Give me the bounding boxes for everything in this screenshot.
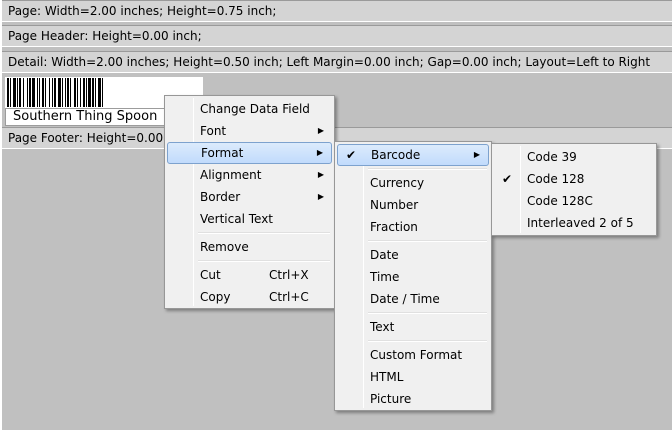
submenu-arrow-icon: ▶ xyxy=(317,126,324,135)
menu-item-code-128c[interactable]: Code 128C xyxy=(494,190,654,212)
menu-item-label: Change Data Field xyxy=(200,102,310,116)
menu-item-time[interactable]: Time xyxy=(337,266,489,288)
menu-item-code-128[interactable]: ✔ Code 128 xyxy=(494,168,654,190)
page-footer-band-label: Page Footer: Height=0.00 inc xyxy=(8,131,185,145)
submenu-arrow-icon: ▶ xyxy=(317,192,324,201)
format-submenu: ✔ Barcode ▶ Currency Number Fraction Date … xyxy=(334,141,492,411)
menu-item-copy[interactable]: Copy Ctrl+C xyxy=(167,286,332,308)
menu-item-picture[interactable]: Picture xyxy=(337,388,489,410)
menu-item-label: Alignment xyxy=(200,168,262,182)
menu-item-interleaved-2-of-5[interactable]: Interleaved 2 of 5 xyxy=(494,212,654,234)
page-band[interactable]: Page: Width=2.00 inches; Height=0.75 inc… xyxy=(2,0,672,22)
page-band-label: Page: Width=2.00 inches; Height=0.75 inc… xyxy=(8,4,277,18)
menu-item-shortcut: Ctrl+C xyxy=(269,290,309,304)
submenu-arrow-icon: ▶ xyxy=(473,150,480,159)
menu-item-code-39[interactable]: Code 39 xyxy=(494,146,654,168)
menu-item-fraction[interactable]: Fraction xyxy=(337,216,489,238)
menu-item-cut[interactable]: Cut Ctrl+X xyxy=(167,264,332,286)
menu-item-label: Number xyxy=(370,198,419,212)
detail-band[interactable]: Detail: Width=2.00 inches; Height=0.50 i… xyxy=(2,51,672,73)
menu-item-label: Picture xyxy=(370,392,412,406)
menu-item-barcode[interactable]: ✔ Barcode ▶ xyxy=(337,144,489,166)
menu-item-label: Remove xyxy=(200,240,249,254)
menu-item-label: Font xyxy=(200,124,227,138)
menu-item-label: Date xyxy=(370,248,399,262)
menu-item-label: Code 128 xyxy=(527,172,585,186)
menu-item-label: Format xyxy=(201,146,244,160)
submenu-arrow-icon: ▶ xyxy=(316,148,323,157)
submenu-arrow-icon: ▶ xyxy=(317,170,324,179)
menu-item-label: HTML xyxy=(370,370,404,384)
menu-item-remove[interactable]: Remove xyxy=(167,236,332,258)
menu-item-label: Border xyxy=(200,190,241,204)
menu-item-label: Currency xyxy=(370,176,425,190)
page-header-band[interactable]: Page Header: Height=0.00 inch; xyxy=(2,25,672,47)
check-icon: ✔ xyxy=(345,148,357,162)
menu-item-border[interactable]: Border ▶ xyxy=(167,186,332,208)
menu-item-label: Vertical Text xyxy=(200,212,274,226)
menu-item-date-time[interactable]: Date / Time xyxy=(337,288,489,310)
menu-item-label: Fraction xyxy=(370,220,418,234)
menu-item-format[interactable]: Format ▶ xyxy=(167,142,332,164)
menu-item-shortcut: Ctrl+X xyxy=(269,268,309,282)
menu-item-label: Copy xyxy=(200,290,231,304)
context-menu: Change Data Field Font ▶ Format ▶ Alignmen… xyxy=(164,95,335,309)
menu-item-font[interactable]: Font ▶ xyxy=(167,120,332,142)
menu-item-label: Interleaved 2 of 5 xyxy=(527,216,634,230)
menu-item-number[interactable]: Number xyxy=(337,194,489,216)
menu-item-label: Date / Time xyxy=(370,292,440,306)
check-icon: ✔ xyxy=(501,172,513,186)
menu-item-custom-format[interactable]: Custom Format xyxy=(337,344,489,366)
detail-band-label: Detail: Width=2.00 inches; Height=0.50 i… xyxy=(8,55,651,69)
page-header-band-label: Page Header: Height=0.00 inch; xyxy=(8,29,202,43)
menu-item-vertical-text[interactable]: Vertical Text xyxy=(167,208,332,230)
menu-item-label: Barcode xyxy=(371,148,421,162)
menu-item-label: Code 39 xyxy=(527,150,577,164)
menu-item-label: Custom Format xyxy=(370,348,463,362)
menu-item-alignment[interactable]: Alignment ▶ xyxy=(167,164,332,186)
menu-item-currency[interactable]: Currency xyxy=(337,172,489,194)
menu-item-label: Text xyxy=(370,320,395,334)
barcode-submenu: Code 39 ✔ Code 128 Code 128C Interleaved … xyxy=(491,143,657,236)
menu-item-html[interactable]: HTML xyxy=(337,366,489,388)
barcode-text-value: Southern Thing Spoon xyxy=(13,109,158,124)
menu-item-change-data-field[interactable]: Change Data Field xyxy=(167,98,332,120)
menu-item-date[interactable]: Date xyxy=(337,244,489,266)
barcode-text-field[interactable]: Southern Thing Spoon xyxy=(5,108,165,126)
menu-item-label: Time xyxy=(370,270,400,284)
menu-item-label: Cut xyxy=(200,268,221,282)
menu-item-label: Code 128C xyxy=(527,194,593,208)
menu-item-text[interactable]: Text xyxy=(337,316,489,338)
